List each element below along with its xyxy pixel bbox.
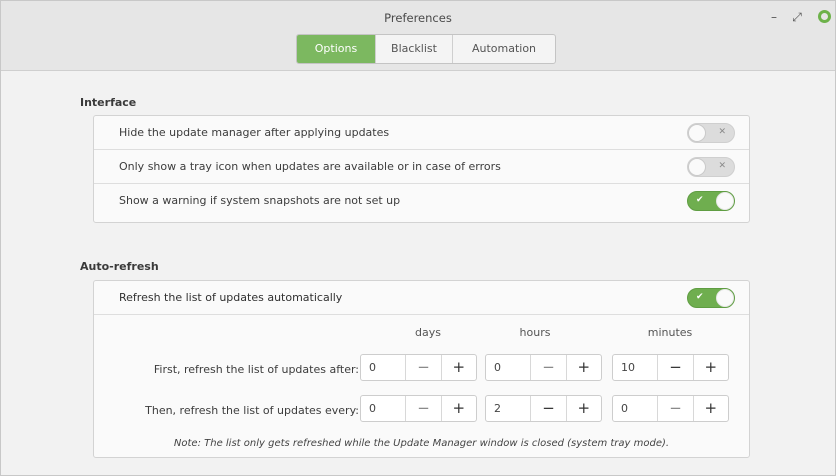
first-hours-stepper: 0 − + [485,354,602,381]
setting-row-auto-refresh: Refresh the list of updates automaticall… [94,281,749,315]
toggle-knob [688,124,706,142]
first-refresh-label: First, refresh the list of updates after… [153,363,359,376]
interface-frame: Hide the update manager after applying u… [93,115,750,223]
decrement-button[interactable]: − [530,396,565,421]
tab-blacklist[interactable]: Blacklist [376,35,453,63]
first-days-input[interactable]: 0 [361,355,405,380]
setting-row-snapshot-warning: Show a warning if system snapshots are n… [94,184,749,218]
then-hours-input[interactable]: 2 [486,396,530,421]
checkmark-icon: ✔ [696,195,704,205]
auto-refresh-toggle[interactable]: ✔ [687,288,735,308]
then-minutes-stepper: 0 − + [612,395,729,422]
setting-label: Show a warning if system snapshots are n… [119,194,401,207]
increment-button[interactable]: + [565,396,601,421]
increment-button[interactable]: + [440,396,476,421]
refresh-note: Note: The list only gets refreshed while… [173,438,670,449]
column-header-minutes: minutes [647,326,693,339]
decrement-button[interactable]: − [405,396,440,421]
cross-icon: ✕ [718,161,726,171]
cross-icon: ✕ [718,127,726,137]
auto-refresh-frame: Refresh the list of updates automaticall… [93,280,750,458]
checkmark-icon: ✔ [696,292,704,302]
increment-button[interactable]: + [565,355,601,380]
toggle-knob [688,158,706,176]
snapshot-warning-toggle[interactable]: ✔ [687,191,735,211]
toggle-knob [716,289,734,307]
decrement-button[interactable]: − [530,355,565,380]
column-header-days: days [415,326,441,339]
decrement-button[interactable]: − [657,396,692,421]
section-title-interface: Interface [80,96,137,109]
toggle-knob [716,192,734,210]
decrement-button[interactable]: − [657,355,692,380]
setting-row-hide-after-apply: Hide the update manager after applying u… [94,116,749,150]
close-icon[interactable] [815,8,833,26]
column-header-hours: hours [519,326,551,339]
tray-icon-only-toggle[interactable]: ✕ [687,157,735,177]
titlebar: Preferences – ⤢ Options Blacklist Automa… [1,1,835,71]
first-days-stepper: 0 − + [360,354,477,381]
then-days-stepper: 0 − + [360,395,477,422]
window-title: Preferences [384,11,452,25]
setting-row-tray-icon-only: Only show a tray icon when updates are a… [94,150,749,184]
first-minutes-stepper: 10 − + [612,354,729,381]
maximize-icon[interactable]: ⤢ [788,8,806,26]
setting-label: Refresh the list of updates automaticall… [119,291,343,304]
tab-options[interactable]: Options [297,35,376,63]
first-minutes-input[interactable]: 10 [613,355,657,380]
increment-button[interactable]: + [692,396,728,421]
section-title-auto-refresh: Auto-refresh [80,260,159,273]
setting-label: Hide the update manager after applying u… [119,126,390,139]
preferences-window: Preferences – ⤢ Options Blacklist Automa… [0,0,836,476]
then-hours-stepper: 2 − + [485,395,602,422]
then-days-input[interactable]: 0 [361,396,405,421]
increment-button[interactable]: + [692,355,728,380]
setting-label: Only show a tray icon when updates are a… [119,160,501,173]
then-minutes-input[interactable]: 0 [613,396,657,421]
tab-automation[interactable]: Automation [453,35,555,63]
decrement-button[interactable]: − [405,355,440,380]
hide-after-apply-toggle[interactable]: ✕ [687,123,735,143]
tab-bar: Options Blacklist Automation [296,34,556,64]
minimize-icon[interactable]: – [765,8,783,26]
increment-button[interactable]: + [440,355,476,380]
then-refresh-label: Then, refresh the list of updates every: [145,404,359,417]
first-hours-input[interactable]: 0 [486,355,530,380]
